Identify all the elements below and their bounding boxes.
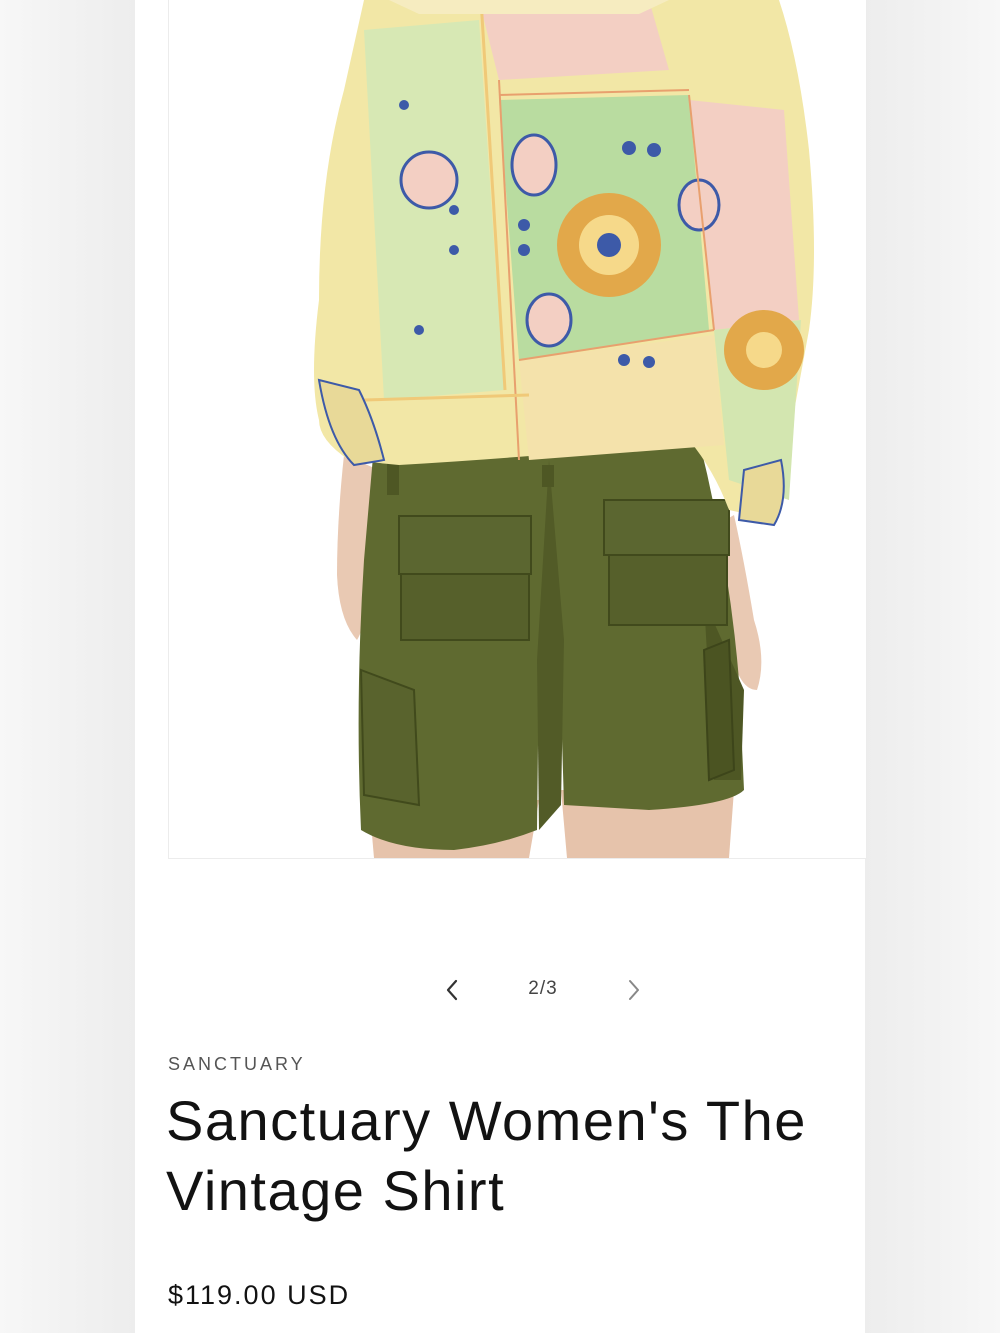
product-page: 2/3 SANCTUARY Sanctuary Women's The Vint… xyxy=(135,0,867,1333)
product-title: Sanctuary Women's The Vintage Shirt xyxy=(166,1089,807,1222)
page-backdrop-left xyxy=(0,0,135,1333)
previous-slide-button[interactable] xyxy=(434,972,470,1008)
product-image[interactable] xyxy=(168,0,867,859)
slide-counter: 2/3 xyxy=(528,978,558,999)
next-slide-button[interactable] xyxy=(616,972,652,1008)
chevron-right-icon xyxy=(629,980,639,1000)
product-vendor: SANCTUARY xyxy=(168,1054,306,1074)
product-price: $119.00 USD xyxy=(168,1280,351,1310)
page-backdrop-right xyxy=(865,0,1000,1333)
slider-nav: 2/3 xyxy=(135,968,865,1008)
chevron-left-icon xyxy=(446,979,458,1001)
product-photo xyxy=(169,0,866,858)
